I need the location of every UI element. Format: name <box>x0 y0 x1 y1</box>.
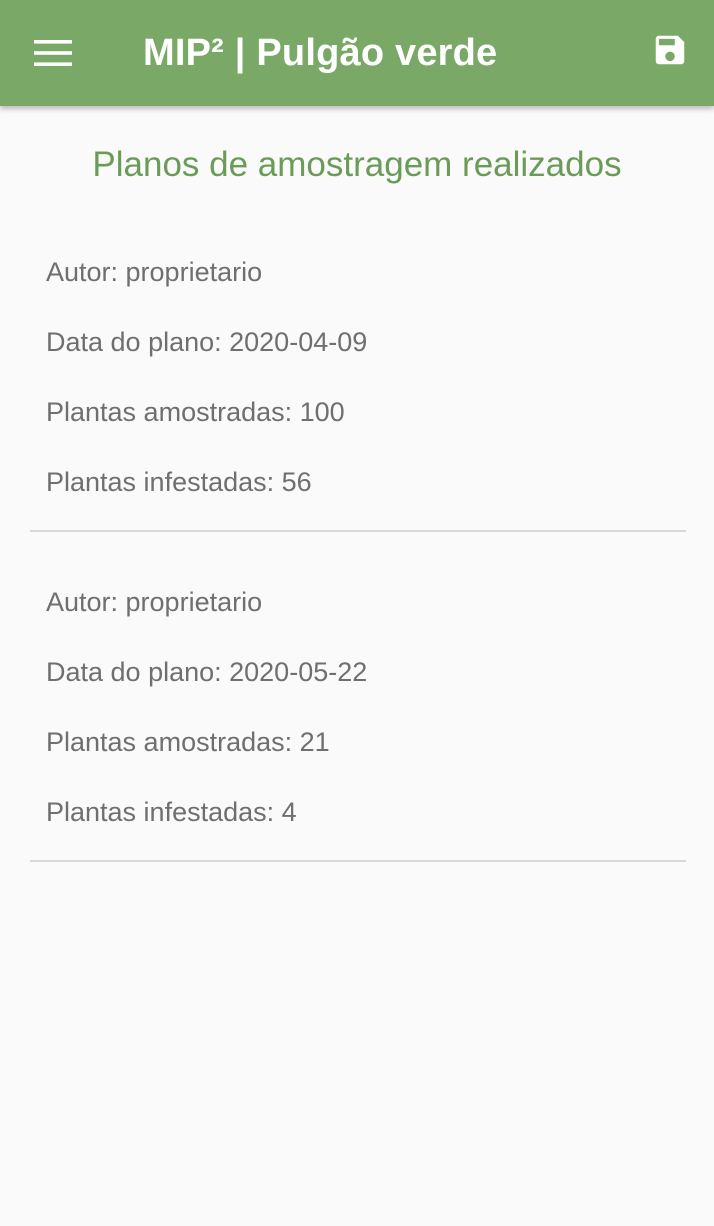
plan-author: Autor: proprietario <box>46 257 263 287</box>
plan-list: Autor: proprietario Data do plano: 2020-… <box>30 238 686 862</box>
plan-date: Data do plano: 2020-04-09 <box>46 327 368 357</box>
save-button[interactable] <box>640 20 700 80</box>
plan-item[interactable]: Autor: proprietario Data do plano: 2020-… <box>30 238 686 532</box>
plan-item[interactable]: Autor: proprietario Data do plano: 2020-… <box>30 568 686 862</box>
menu-button[interactable] <box>24 23 84 83</box>
floppy-disk-icon <box>655 35 685 65</box>
plan-sampled-plants: Plantas amostradas: 21 <box>46 727 330 757</box>
page-title: Planos de amostragem realizados <box>92 145 622 184</box>
app-bar: MIP² | Pulgão verde <box>0 0 714 106</box>
plan-date: Data do plano: 2020-05-22 <box>46 657 368 687</box>
plan-infested-plants: Plantas infestadas: 56 <box>46 467 312 497</box>
app-title: MIP² | Pulgão verde <box>143 32 498 74</box>
plan-author: Autor: proprietario <box>46 587 263 617</box>
plan-sampled-plants: Plantas amostradas: 100 <box>46 397 345 427</box>
hamburger-menu-icon <box>34 40 72 66</box>
plan-infested-plants: Plantas infestadas: 4 <box>46 797 297 827</box>
